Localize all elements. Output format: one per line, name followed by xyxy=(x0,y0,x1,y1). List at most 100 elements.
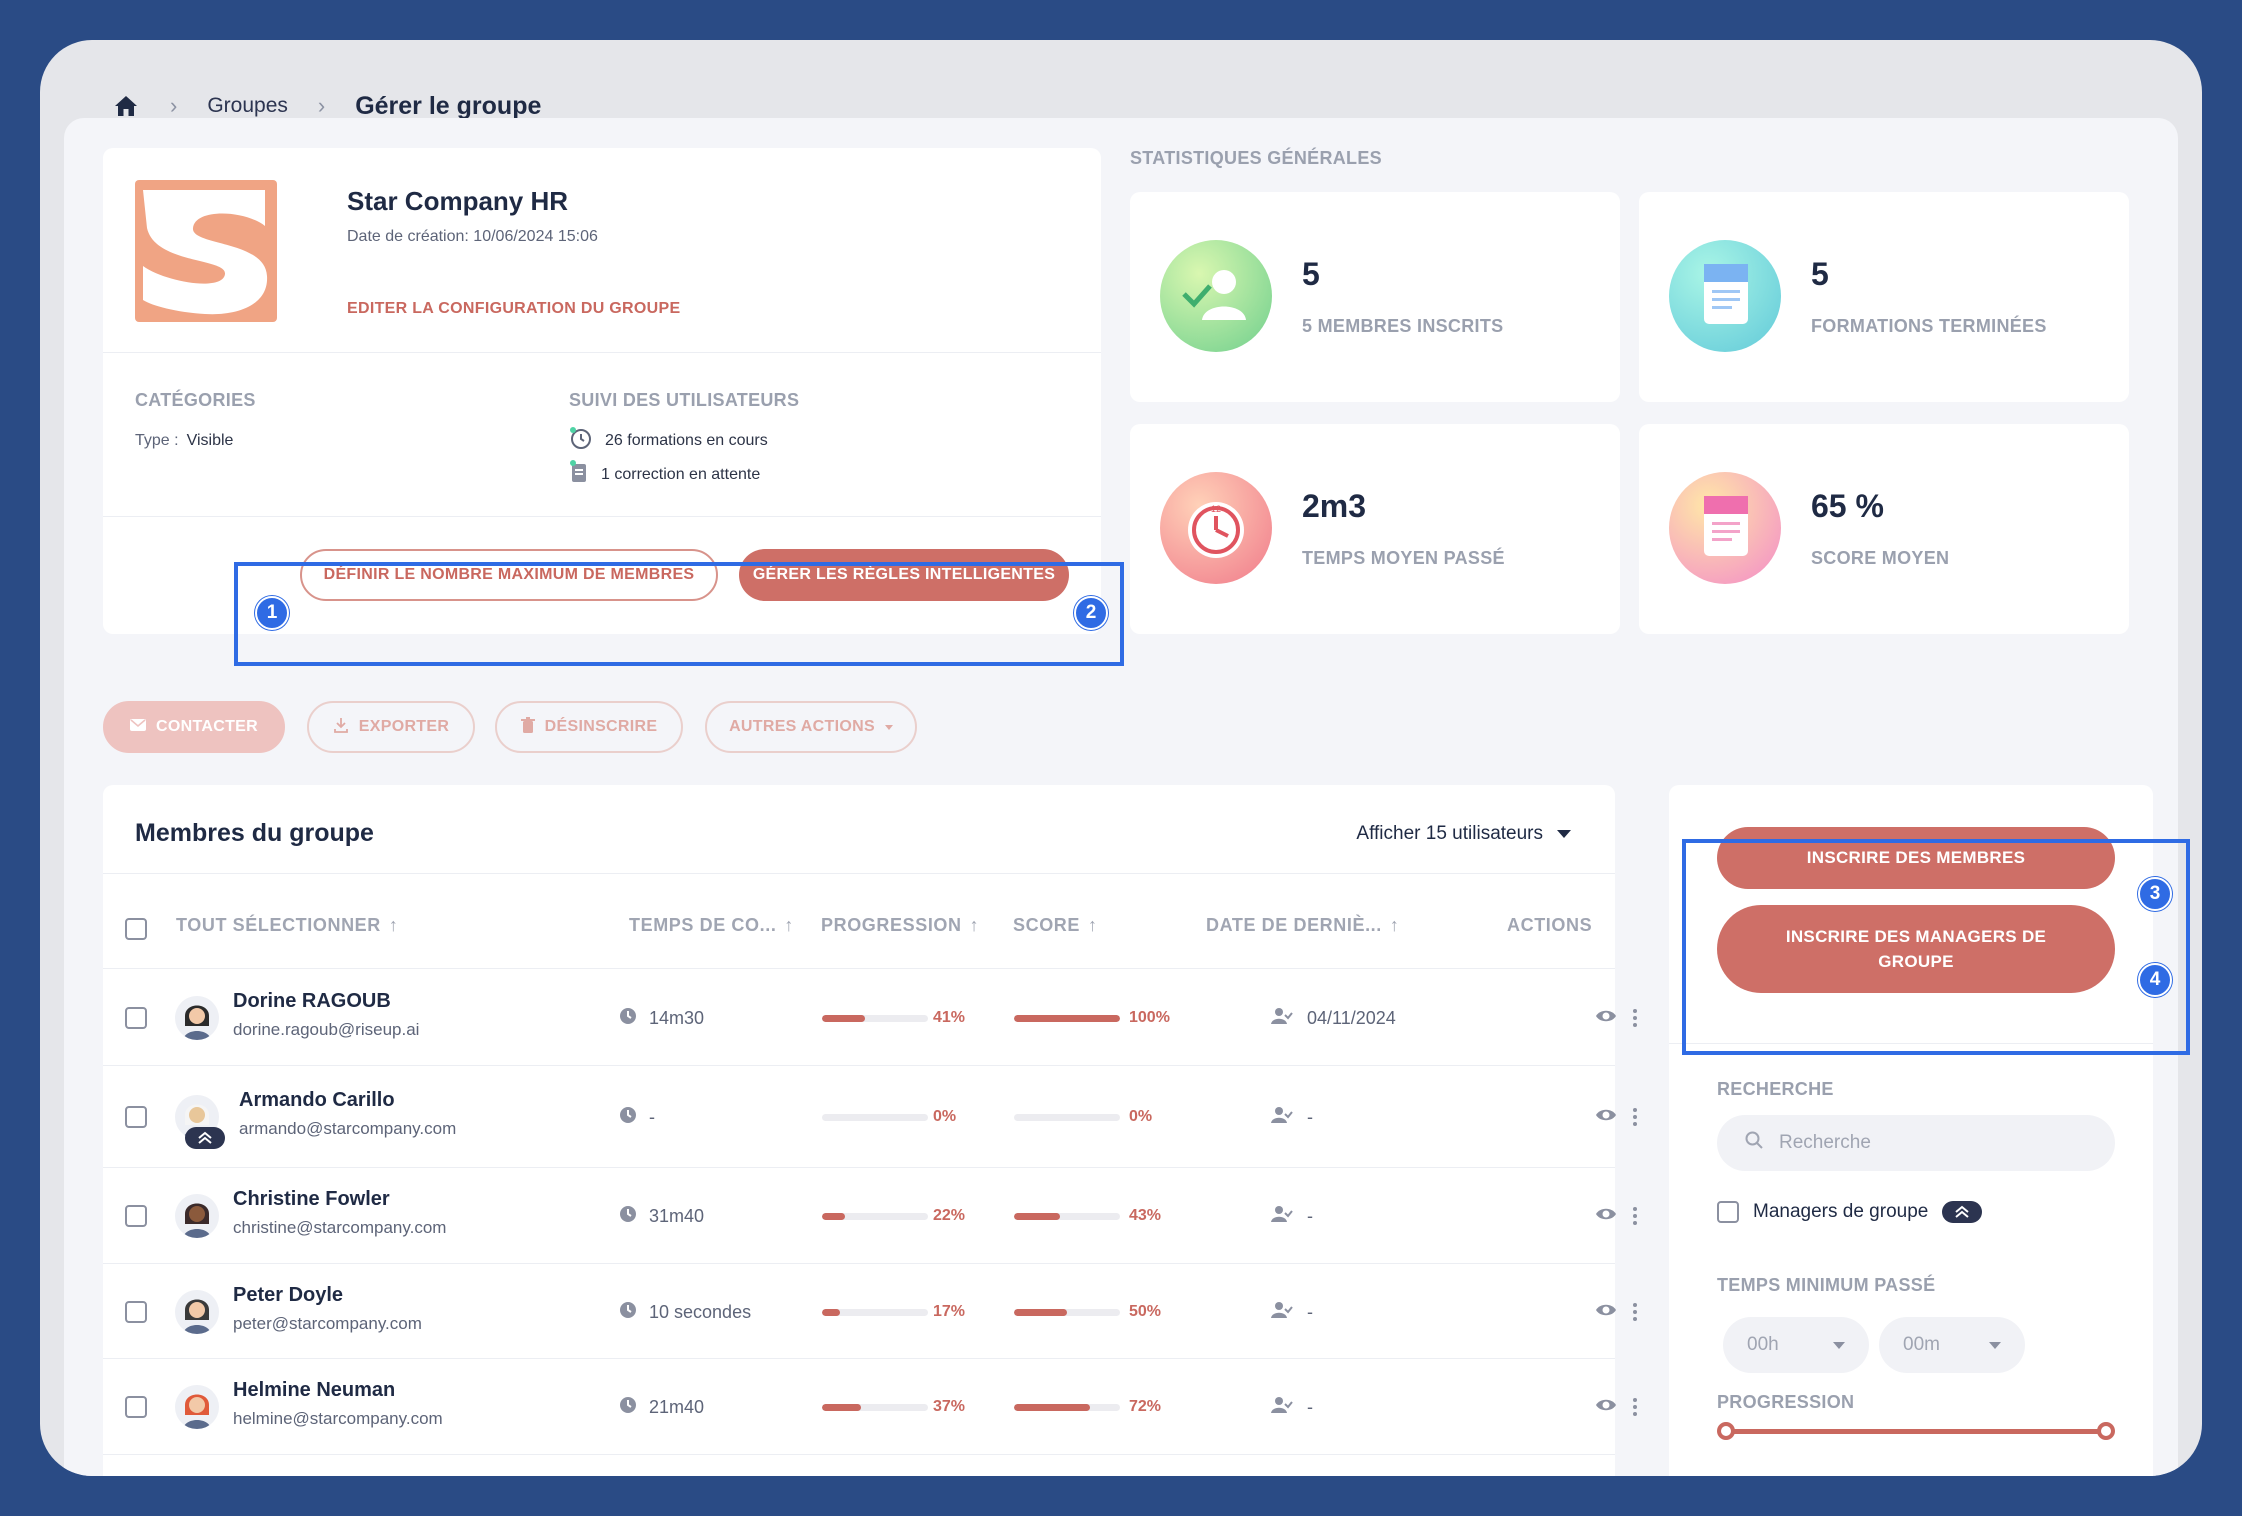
divider xyxy=(103,516,1101,517)
col-progress-label: PROGRESSION xyxy=(821,915,962,935)
members-count: 5 xyxy=(1302,256,1320,292)
step-badge-4: 4 xyxy=(2138,963,2172,997)
connection-time: 14m30 xyxy=(619,1007,704,1030)
sort-arrow-icon: ↑ xyxy=(388,915,399,935)
member-name[interactable]: Dorine RAGOUB xyxy=(233,990,391,1013)
member-name[interactable]: Helmine Neuman xyxy=(233,1379,395,1402)
more-actions-icon[interactable] xyxy=(1633,1302,1637,1326)
stat-card-members: 5 5 MEMBRES INSCRITS xyxy=(1130,192,1620,402)
more-actions-icon[interactable] xyxy=(1633,1108,1637,1131)
member-name[interactable]: Peter Doyle xyxy=(233,1284,343,1307)
highlight-box xyxy=(1682,839,2190,1055)
minutes-value: 00m xyxy=(1903,1334,1940,1355)
divider xyxy=(103,352,1101,353)
last-activity: - xyxy=(1271,1106,1313,1129)
avg-score-value: 65 % xyxy=(1811,488,1884,524)
avg-score-label: SCORE MOYEN xyxy=(1811,548,1950,568)
last-activity: 04/11/2024 xyxy=(1271,1007,1396,1030)
members-card: Membres du groupe Afficher 15 utilisateu… xyxy=(103,785,1637,1476)
unsubscribe-button[interactable]: DÉSINSCRIRE xyxy=(495,701,683,753)
table-row[interactable]: Dorine RAGOUB dorine.ragoub@riseup.ai 14… xyxy=(103,969,1637,1066)
progress-bar xyxy=(822,1213,928,1220)
score-bar xyxy=(1014,1114,1120,1121)
col-last-date-label: DATE DE DERNIÈ... xyxy=(1206,915,1382,935)
row-checkbox[interactable] xyxy=(125,1106,147,1128)
col-score[interactable]: SCORE ↑ xyxy=(1013,915,1098,936)
table-row[interactable]: Armando Carillo armando@starcompany.com … xyxy=(103,1066,1637,1168)
progress-bar xyxy=(822,1308,928,1316)
row-checkbox[interactable] xyxy=(125,1300,147,1323)
more-actions-icon[interactable] xyxy=(1633,1398,1637,1421)
download-icon xyxy=(333,717,349,738)
trainings-count: 5 xyxy=(1811,256,1829,292)
home-icon[interactable] xyxy=(114,93,140,119)
clock-icon: 12 xyxy=(1160,472,1272,584)
search-icon xyxy=(1745,1131,1763,1155)
score-value: 43% xyxy=(1129,1207,1162,1224)
table-row[interactable]: Peter Doyle peter@starcompany.com 10 sec… xyxy=(103,1264,1637,1359)
score-value: 50% xyxy=(1129,1302,1162,1320)
managers-filter: Managers de groupe xyxy=(1717,1201,1983,1223)
view-eye-icon[interactable] xyxy=(1595,1302,1617,1323)
table-row[interactable]: Christine Fowler christine@starcompany.c… xyxy=(103,1168,1637,1264)
col-select-all[interactable]: TOUT SÉLECTIONNER ↑ xyxy=(176,915,399,936)
divider xyxy=(103,873,1615,874)
progress-bar-fill xyxy=(822,1308,841,1316)
page-size-dropdown[interactable]: Afficher 15 utilisateurs xyxy=(1356,823,1571,845)
col-time-label: TEMPS DE CO... xyxy=(629,915,777,935)
connection-time-value: - xyxy=(649,1107,655,1127)
row-checkbox[interactable] xyxy=(125,1006,147,1029)
managers-checkbox[interactable] xyxy=(1717,1201,1739,1223)
table-row[interactable]: Helmine Neuman helmine@starcompany.com 2… xyxy=(103,1359,1637,1455)
view-eye-icon[interactable] xyxy=(1595,1397,1617,1418)
breadcrumb-groups-link[interactable]: Groupes xyxy=(207,94,288,118)
col-time[interactable]: TEMPS DE CO... ↑ xyxy=(629,915,794,936)
row-checkbox[interactable] xyxy=(125,1396,147,1418)
sort-arrow-icon: ↑ xyxy=(1389,915,1400,935)
progress-range-min-handle[interactable] xyxy=(1717,1422,1735,1440)
more-actions-icon[interactable] xyxy=(1633,1207,1637,1230)
user-check-icon xyxy=(1271,1301,1293,1324)
avatar xyxy=(175,1289,219,1334)
connection-time: 21m40 xyxy=(619,1396,704,1419)
export-button[interactable]: EXPORTER xyxy=(307,701,475,753)
pending-correction-text: 1 correction en attente xyxy=(601,465,761,483)
step-badge-3: 3 xyxy=(2138,877,2172,911)
progress-range-max-handle[interactable] xyxy=(2097,1422,2115,1440)
more-actions-icon[interactable] xyxy=(1633,1008,1637,1032)
clipboard-icon xyxy=(569,460,589,489)
member-name[interactable]: Christine Fowler xyxy=(233,1188,390,1211)
contact-button[interactable]: CONTACTER xyxy=(103,701,285,753)
col-progress[interactable]: PROGRESSION ↑ xyxy=(821,915,979,936)
edit-group-config-link[interactable]: EDITER LA CONFIGURATION DU GROUPE xyxy=(347,300,680,318)
clock-icon xyxy=(619,1301,637,1324)
score-value: 72% xyxy=(1129,1398,1162,1415)
score-bar-fill xyxy=(1014,1213,1060,1220)
stat-card-trainings: 5 FORMATIONS TERMINÉES xyxy=(1639,192,2129,402)
row-checkbox[interactable] xyxy=(125,1205,147,1227)
col-score-label: SCORE xyxy=(1013,915,1081,935)
last-activity-value: 04/11/2024 xyxy=(1307,1007,1396,1028)
view-eye-icon[interactable] xyxy=(1595,1008,1617,1029)
minutes-select[interactable]: 00m xyxy=(1879,1317,2025,1373)
hours-select[interactable]: 00h xyxy=(1723,1317,1869,1373)
trash-icon xyxy=(520,716,535,738)
member-name[interactable]: Armando Carillo xyxy=(239,1089,395,1112)
select-all-checkbox[interactable] xyxy=(125,918,147,940)
view-eye-icon[interactable] xyxy=(1595,1206,1617,1227)
page-title: Gérer le groupe xyxy=(355,91,542,120)
progress-bar-fill xyxy=(822,1213,846,1220)
search-input[interactable]: Recherche xyxy=(1717,1115,2115,1171)
trainings-in-progress: 26 formations en cours xyxy=(569,426,768,455)
view-eye-icon[interactable] xyxy=(1595,1107,1617,1128)
score-bar-fill xyxy=(1014,1404,1091,1411)
connection-time-value: 21m40 xyxy=(649,1397,705,1417)
col-last-date[interactable]: DATE DE DERNIÈ... ↑ xyxy=(1206,915,1400,936)
score-icon xyxy=(1669,472,1781,584)
progress-filter-title: PROGRESSION xyxy=(1717,1392,1855,1412)
progress-bar-fill xyxy=(822,1404,862,1411)
search-placeholder: Recherche xyxy=(1779,1132,1871,1153)
user-check-icon xyxy=(1271,1106,1293,1129)
managers-label: Managers de groupe xyxy=(1753,1201,1929,1222)
other-actions-dropdown[interactable]: AUTRES ACTIONS xyxy=(705,701,917,753)
